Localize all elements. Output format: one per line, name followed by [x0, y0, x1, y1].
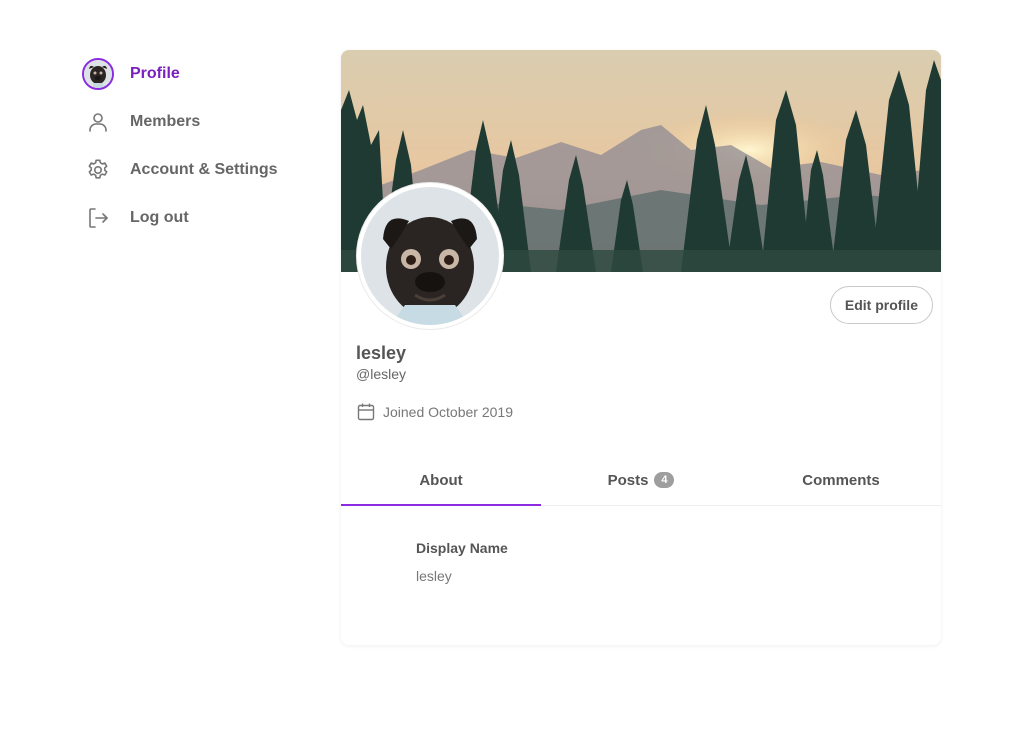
tab-label: Comments [802, 471, 880, 489]
tab-label: About [419, 471, 463, 489]
profile-card: Edit profile lesley @lesley Joined Octob… [341, 50, 941, 645]
tab-about[interactable]: About [341, 455, 541, 506]
display-name-value: lesley [416, 568, 452, 584]
profile-avatar-frame [357, 183, 503, 329]
sidebar-item-label: Members [130, 113, 201, 130]
sidebar-item-members[interactable]: Members [80, 104, 310, 140]
joined-text: Joined October 2019 [383, 404, 513, 420]
profile-tabs: About Posts 4 Comments [341, 455, 941, 506]
sidebar-item-profile[interactable]: Profile [80, 56, 310, 92]
posts-count-badge: 4 [654, 472, 675, 488]
profile-name: lesley [356, 343, 407, 363]
edit-profile-button[interactable]: Edit profile [829, 286, 933, 324]
person-icon [80, 104, 116, 140]
sidebar-item-label: Log out [130, 209, 189, 226]
gear-icon [80, 152, 116, 188]
sidebar-item-log-out[interactable]: Log out [80, 200, 310, 236]
joined-date: Joined October 2019 [356, 402, 513, 422]
tab-posts[interactable]: Posts 4 [541, 455, 741, 505]
sidebar-item-account-settings[interactable]: Account & Settings [80, 152, 310, 188]
profile-avatar [361, 187, 499, 325]
display-name-label: Display Name [416, 540, 508, 556]
avatar [80, 56, 116, 92]
sidebar-nav: Profile Members Account & Settings Log o… [80, 56, 310, 248]
sidebar-item-label: Account & Settings [130, 161, 278, 178]
tab-label: Posts [607, 471, 649, 489]
sidebar-item-label: Profile [130, 65, 180, 82]
profile-handle: @lesley [356, 366, 407, 382]
tab-comments[interactable]: Comments [741, 455, 941, 505]
logout-icon [80, 200, 116, 236]
calendar-icon [357, 403, 375, 421]
